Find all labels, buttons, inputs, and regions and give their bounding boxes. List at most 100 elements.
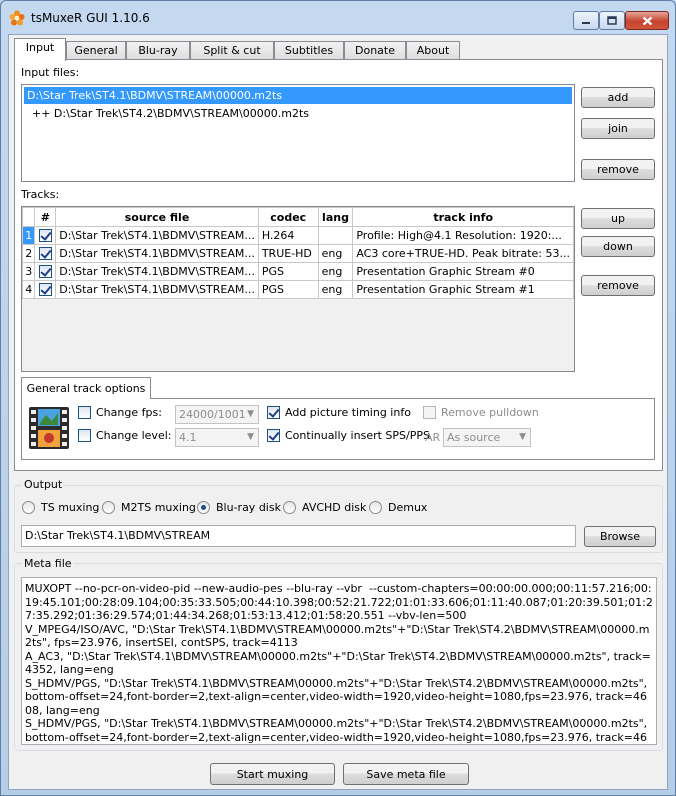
fps-select-value: 24000/1001: [179, 408, 246, 421]
window-title: tsMuxeR GUI 1.10.6: [31, 11, 150, 25]
fps-select[interactable]: 24000/1001 ▼: [175, 405, 259, 424]
blu-ray-disk-radio[interactable]: [197, 501, 210, 514]
tab-general-track-options[interactable]: General track options: [21, 377, 151, 399]
save-meta-file-button[interactable]: Save meta file: [343, 763, 469, 785]
tab-split-cut[interactable]: Split & cut: [190, 41, 274, 60]
column-header-codec[interactable]: codec: [257, 207, 319, 227]
m2ts-muxing-radio[interactable]: [102, 501, 115, 514]
track-enable-checkbox[interactable]: [38, 265, 52, 279]
ts-muxing-radio[interactable]: [22, 501, 35, 514]
avchd-disk-radio[interactable]: [283, 501, 296, 514]
track-source: D:\Star Trek\ST4.1\BDMV\STREAM...: [55, 244, 259, 263]
add-picture-timing-option[interactable]: Add picture timing info: [267, 406, 411, 419]
track-enable-cell[interactable]: [34, 262, 57, 281]
minimize-button[interactable]: [573, 11, 599, 30]
ar-select[interactable]: As source ▼: [443, 428, 531, 447]
level-select[interactable]: 4.1 ▼: [175, 428, 259, 447]
insert-sps-pps-checkbox[interactable]: [267, 429, 280, 442]
track-enable-checkbox[interactable]: [38, 283, 52, 297]
general-track-options-panel: Change fps: 24000/1001 ▼ Change level: 4…: [21, 398, 655, 460]
tab-input[interactable]: Input: [14, 38, 66, 61]
start-muxing-button[interactable]: Start muxing: [210, 763, 335, 785]
track-enable-cell[interactable]: [34, 244, 57, 263]
demux-label: Demux: [388, 501, 428, 514]
table-row[interactable]: 3 D:\Star Trek\ST4.1\BDMV\STREAM... PGS …: [22, 262, 574, 281]
film-reel-icon: [29, 407, 69, 449]
mode-demux[interactable]: Demux: [369, 501, 427, 514]
track-enable-checkbox[interactable]: [38, 247, 52, 261]
mode-ts-muxing[interactable]: TS muxing: [22, 501, 99, 514]
tracks-table[interactable]: # source file codec lang track info 1 D:…: [21, 206, 575, 372]
demux-radio[interactable]: [369, 501, 382, 514]
meta-file-textarea[interactable]: MUXOPT --no-pcr-on-video-pid --new-audio…: [21, 577, 657, 745]
chevron-down-icon: ▼: [247, 432, 254, 442]
input-files-list[interactable]: D:\Star Trek\ST4.1\BDMV\STREAM\00000.m2t…: [21, 84, 575, 182]
change-level-label: Change level:: [96, 429, 172, 442]
track-info: Profile: High@4.1 Resolution: 1920:...: [352, 226, 574, 245]
track-down-button[interactable]: down: [581, 236, 655, 257]
tab-blu-ray[interactable]: Blu-ray: [126, 41, 190, 60]
column-header-lang[interactable]: lang: [317, 207, 354, 227]
input-file-item[interactable]: ++ D:\Star Trek\ST4.2\BDMV\STREAM\00000.…: [24, 105, 572, 122]
m2ts-muxing-label: M2TS muxing: [121, 501, 196, 514]
column-header-num[interactable]: #: [34, 207, 57, 227]
column-header-source[interactable]: source file: [55, 207, 259, 227]
mode-m2ts-muxing[interactable]: M2TS muxing: [102, 501, 196, 514]
output-path-input[interactable]: D:\Star Trek\ST4.1\BDMV\STREAM: [21, 525, 576, 547]
ts-muxing-label: TS muxing: [41, 501, 100, 514]
track-enable-cell[interactable]: [34, 226, 57, 245]
track-info: Presentation Graphic Stream #0: [352, 262, 574, 281]
minimize-icon: [582, 21, 590, 24]
tab-donate[interactable]: Donate: [344, 41, 406, 60]
row-number: 3: [22, 262, 36, 281]
remove-pulldown-checkbox[interactable]: [423, 406, 436, 419]
remove-pulldown-label: Remove pulldown: [441, 406, 539, 419]
track-source: D:\Star Trek\ST4.1\BDMV\STREAM...: [55, 262, 259, 281]
track-remove-button[interactable]: remove: [581, 275, 655, 296]
chevron-down-icon: ▼: [519, 432, 526, 442]
insert-sps-pps-option[interactable]: Continually insert SPS/PPS: [267, 429, 430, 442]
mode-avchd-disk[interactable]: AVCHD disk: [283, 501, 366, 514]
change-fps-checkbox[interactable]: [78, 406, 91, 419]
mode-blu-ray-disk[interactable]: Blu-ray disk: [197, 501, 281, 514]
input-file-item[interactable]: D:\Star Trek\ST4.1\BDMV\STREAM\00000.m2t…: [24, 87, 572, 104]
tab-subtitles[interactable]: Subtitles: [274, 41, 344, 60]
table-row[interactable]: 1 D:\Star Trek\ST4.1\BDMV\STREAM... H.26…: [22, 226, 574, 245]
table-row[interactable]: 2 D:\Star Trek\ST4.1\BDMV\STREAM... TRUE…: [22, 244, 574, 263]
column-header-track-info[interactable]: track info: [352, 207, 574, 227]
track-lang: eng: [317, 244, 354, 263]
track-up-button[interactable]: up: [581, 208, 655, 229]
add-file-button[interactable]: add: [581, 87, 655, 108]
change-fps-option[interactable]: Change fps:: [78, 406, 162, 419]
track-enable-cell[interactable]: [34, 280, 57, 299]
tracks-header-row: # source file codec lang track info: [22, 207, 574, 227]
track-info: AC3 core+TRUE-HD. Peak bitrate: 53...: [352, 244, 574, 263]
track-source: D:\Star Trek\ST4.1\BDMV\STREAM...: [55, 226, 259, 245]
close-icon: [642, 16, 652, 25]
track-enable-checkbox[interactable]: [38, 229, 52, 243]
browse-button[interactable]: Browse: [584, 526, 656, 547]
table-row[interactable]: 4 D:\Star Trek\ST4.1\BDMV\STREAM... PGS …: [22, 280, 574, 299]
add-picture-timing-checkbox[interactable]: [267, 406, 280, 419]
change-fps-label: Change fps:: [96, 406, 162, 419]
track-lang: [317, 226, 354, 245]
remove-pulldown-option[interactable]: Remove pulldown: [423, 406, 539, 419]
tab-general[interactable]: General: [66, 41, 126, 60]
remove-file-button[interactable]: remove: [581, 159, 655, 180]
ar-label: AR: [425, 431, 441, 444]
input-files-label: Input files:: [21, 66, 80, 79]
add-picture-timing-label: Add picture timing info: [285, 406, 411, 419]
meta-title: Meta file: [22, 557, 74, 570]
change-level-option[interactable]: Change level:: [78, 429, 171, 442]
title-bar[interactable]: tsMuxeR GUI 1.10.6: [1, 1, 675, 35]
track-codec: TRUE-HD: [257, 244, 319, 263]
row-number: 1: [22, 226, 36, 245]
change-level-checkbox[interactable]: [78, 429, 91, 442]
close-button[interactable]: [625, 11, 669, 30]
maximize-button[interactable]: [599, 11, 625, 30]
row-number: 4: [22, 280, 36, 299]
client-area: Input General Blu-ray Split & cut Subtit…: [8, 34, 668, 790]
join-file-button[interactable]: join: [581, 118, 655, 139]
tab-about[interactable]: About: [406, 41, 460, 60]
track-codec: PGS: [257, 262, 319, 281]
